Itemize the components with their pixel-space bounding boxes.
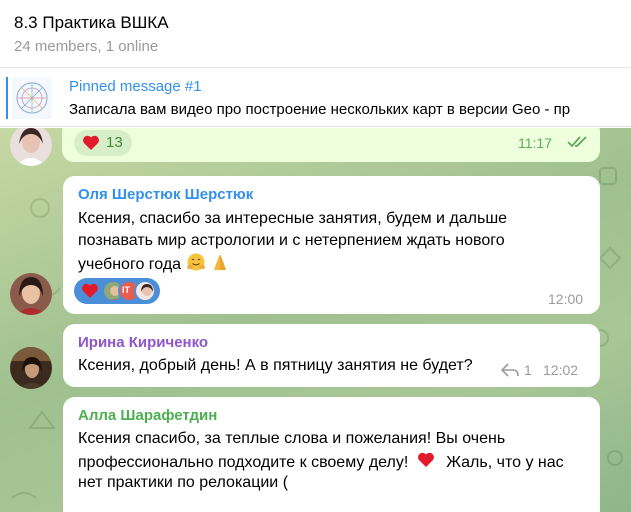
message-time: 11:17 [518,135,552,151]
message-text-line: Ксения, спасибо за интересные занятия, б… [78,210,508,227]
pinned-title: Pinned message #1 [69,78,202,95]
message-text-line: Ксения спасибо, за теплые слова и пожела… [78,430,506,447]
message-bubble[interactable]: Ирина Кириченко Ксения, добрый день! А в… [63,324,600,387]
avatar[interactable] [10,273,52,315]
message-text-line: учебного года [78,252,230,277]
message-time: 12:02 [543,362,579,378]
message-text-line: профессионально подходите к своему делу!… [78,450,564,475]
pinned-message-bar[interactable]: Pinned message #1 Записала вам видео про… [0,69,631,127]
message-bubble[interactable]: Алла Шарафетдин Ксения спасибо, за теплы… [63,397,600,512]
avatar[interactable] [10,347,52,389]
message-text-line: нет практики по релокации ( [78,474,289,491]
chat-header[interactable]: 8.3 Практика ВШКА 24 members, 1 online [0,0,631,68]
folded-hands-icon [213,254,226,270]
reaction-button[interactable]: 13 [74,130,132,156]
sender-name[interactable]: Ирина Кириченко [78,334,208,351]
double-check-icon [567,136,587,148]
message-bubble[interactable]: 13 11:17 [62,128,600,162]
smiling-face-hands-icon [186,253,205,271]
sender-name[interactable]: Оля Шерстюк Шерстюк [78,186,253,203]
reactor-avatar [134,280,156,302]
heart-icon [417,452,434,467]
chat-title[interactable]: 8.3 Практика ВШКА [14,13,169,33]
message-text-line: познавать мир астрологии и с нетерпением… [78,232,505,249]
reply-arrow-icon[interactable] [501,363,519,377]
message-text: Ксения, добрый день! А в пятницу занятия… [78,357,473,374]
message-bubble[interactable]: Оля Шерстюк Шерстюк Ксения, спасибо за и… [63,176,600,314]
pinned-text: Записала вам видео про построение нескол… [69,101,571,118]
message-list[interactable]: 13 11:17 Оля Шерстюк Шерстюк Ксения, спа… [0,128,631,512]
sender-name[interactable]: Алла Шарафетдин [78,407,217,424]
pinned-indicator [6,77,8,119]
reaction-count: 13 [106,134,123,151]
heart-icon [83,135,99,150]
message-time: 12:00 [548,291,584,307]
pinned-thumbnail [12,77,52,119]
reactions-group[interactable]: IT [74,278,160,304]
reply-count[interactable]: 1 [524,362,532,378]
chat-member-status: 24 members, 1 online [14,38,159,55]
heart-icon [82,283,98,298]
